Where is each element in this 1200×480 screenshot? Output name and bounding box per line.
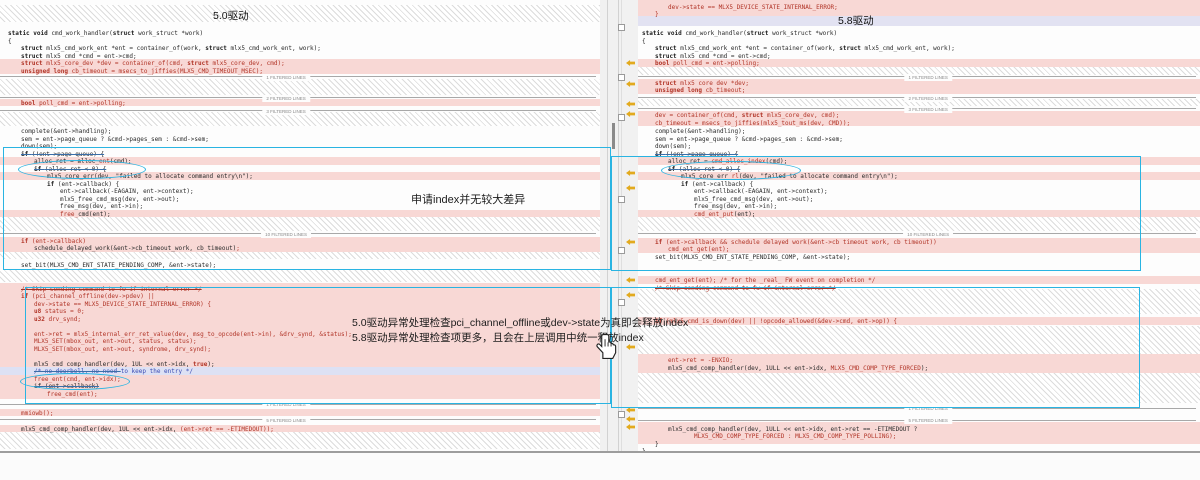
annotation-note-index: 申请index并无较大差异 xyxy=(411,191,525,207)
fold-toggle-icon[interactable] xyxy=(618,74,625,81)
pane-bottom-border xyxy=(0,451,1200,453)
filtered-lines-label: 3 FILTERED LINES xyxy=(262,108,309,115)
code-line: cmd_ent_get(ent); /* for the _real_ FW e… xyxy=(655,277,875,285)
code-line: sem = ent->page_queue ? &cmd->pages_sem … xyxy=(655,136,843,144)
fold-toggle-icon[interactable] xyxy=(618,114,625,121)
filtered-lines-label: 2 FILTERED LINES xyxy=(904,95,951,102)
filtered-lines-label: 3 FILTERED LINES xyxy=(904,106,951,113)
divider-scrollbar-thumb[interactable] xyxy=(612,123,615,149)
left-pane-title: 5.0驱动 xyxy=(213,8,249,23)
code-line: struct mlx5_cmd_work_ent *ent = containe… xyxy=(655,45,955,53)
filtered-region-band xyxy=(0,270,600,282)
code-line: MLX5_CMD_COMP_TYPE_FORCED : MLX5_CMD_COM… xyxy=(694,433,896,441)
code-line: complete(&ent->handling); xyxy=(21,128,111,136)
code-line: { xyxy=(642,38,646,46)
filtered-lines-label: 5 FILTERED LINES xyxy=(262,417,309,424)
code-line: static void cmd_work_handler(struct work… xyxy=(642,30,837,38)
right-pane-title: 5.8驱动 xyxy=(838,13,874,28)
mouse-cursor-hand-icon xyxy=(594,333,619,364)
filtered-lines-marker: 1 FILTERED LINES xyxy=(638,76,1196,77)
code-line: mmiowb(); xyxy=(21,410,54,418)
code-line: mlx5_cmd_comp_handler(dev, 1ULL << ent->… xyxy=(668,426,917,434)
diff-highlight-band xyxy=(638,16,1200,26)
code-line: bool poll_cmd = ent->polling; xyxy=(21,100,126,108)
filtered-lines-marker: 1 FILTERED LINES xyxy=(0,76,596,77)
code-line: sem = ent->page_queue ? &cmd->pages_sem … xyxy=(21,136,209,144)
code-line: dev->state == MLX5_DEVICE_STATE_INTERNAL… xyxy=(668,4,838,12)
code-line: complete(&ent->handling); xyxy=(655,128,745,136)
code-line: down(sem); xyxy=(655,143,691,151)
code-line: unsigned long cb_timeout = msecs_to_jiff… xyxy=(21,68,263,76)
filtered-lines-marker: 2 FILTERED LINES xyxy=(638,97,1196,98)
code-line: bool poll_cmd = ent->polling; xyxy=(655,60,760,68)
code-line: unsigned long cb_timeout; xyxy=(655,87,745,95)
filtered-lines-marker: 5 FILTERED LINES xyxy=(0,419,596,420)
code-line: cb_timeout = msecs_to_jiffies(mlx5_tout_… xyxy=(655,120,850,128)
fold-toggle-icon[interactable] xyxy=(618,24,625,31)
code-line: static void cmd_work_handler(struct work… xyxy=(8,30,203,38)
code-line: } xyxy=(655,11,659,19)
code-line: { xyxy=(8,38,12,46)
filtered-region-band xyxy=(0,5,600,22)
filtered-lines-marker: 2 FILTERED LINES xyxy=(0,97,596,98)
diff-tool-window: static void cmd_work_handler(struct work… xyxy=(0,0,1200,480)
filtered-lines-label: 1 FILTERED LINES xyxy=(904,74,951,81)
annotation-ellipse xyxy=(20,373,130,390)
code-line: mlx5_cmd_comp_handler(dev, 1UL << ent->i… xyxy=(21,426,274,434)
annotation-ellipse xyxy=(661,161,801,180)
annotation-box xyxy=(611,287,1140,408)
filtered-lines-marker: 3 FILTERED LINES xyxy=(0,110,596,111)
annotation-ellipse xyxy=(18,160,146,179)
code-line: struct mlx5_cmd_work_ent *ent = containe… xyxy=(21,45,321,53)
fold-toggle-icon[interactable] xyxy=(618,411,625,418)
filtered-lines-label: 2 FILTERED LINES xyxy=(262,95,309,102)
filtered-lines-label: 5 FILTERED LINES xyxy=(904,417,951,424)
filtered-lines-marker: 5 FILTERED LINES xyxy=(638,420,1196,421)
filtered-lines-marker: 3 FILTERED LINES xyxy=(638,108,1196,109)
code-line: } xyxy=(655,441,659,449)
diff-line-highlight xyxy=(0,409,600,417)
filtered-region-band xyxy=(0,79,600,95)
annotation-note-50-driver: 5.0驱动异常处理检查pci_channel_offline或dev->stat… xyxy=(352,315,688,330)
filtered-lines-label: 1 FILTERED LINES xyxy=(262,74,309,81)
